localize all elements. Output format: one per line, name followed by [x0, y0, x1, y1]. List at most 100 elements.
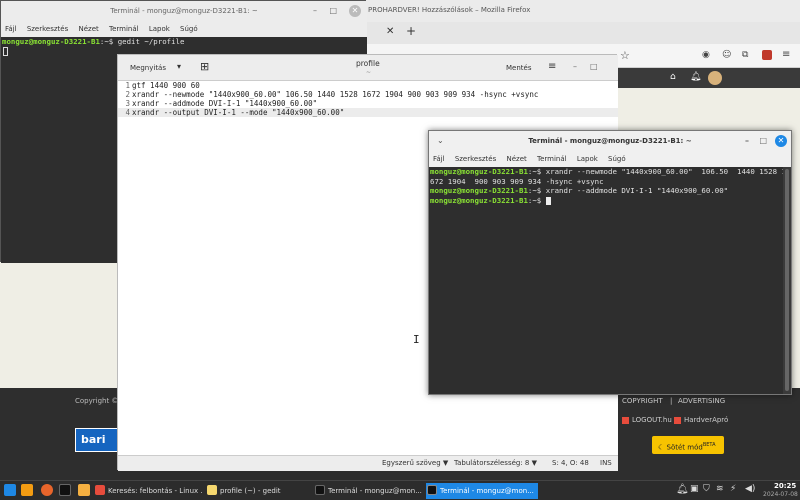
- clock-time[interactable]: 20:25: [774, 482, 796, 490]
- logout-link[interactable]: LOGOUT.hu: [632, 416, 672, 424]
- tab-width-dropdown[interactable]: Tabulátorszélesség: 8 ▼: [454, 456, 537, 471]
- avatar[interactable]: [708, 71, 722, 85]
- maximize-icon[interactable]: □: [590, 62, 598, 71]
- task-gedit[interactable]: profile (~) - gedit: [206, 483, 308, 499]
- menu-view[interactable]: Nézet: [506, 155, 526, 163]
- scrollbar-thumb[interactable]: [785, 169, 789, 391]
- menu-icon[interactable]: ≡: [548, 61, 556, 72]
- clipboard-icon[interactable]: ▣: [690, 484, 699, 494]
- editor-line: 3 xrandr --addmode DVI-I-1 "1440x900_60.0…: [118, 99, 618, 108]
- terminal-2-line: monguz@monguz-D3221-B1:~$ xrandr --addmo…: [430, 186, 728, 196]
- insert-mode: INS: [600, 459, 612, 467]
- bario-logo-text: bari: [81, 433, 106, 446]
- terminal-1-line: monguz@monguz-D3221-B1:~$ gedit ~/profil…: [2, 37, 184, 47]
- open-button[interactable]: Megnyitás: [130, 64, 166, 72]
- bookmark-star-icon[interactable]: ☆: [620, 49, 630, 62]
- close-icon[interactable]: ✕: [775, 135, 787, 147]
- footer-advertising-link[interactable]: ADVERTISING: [678, 397, 725, 405]
- menu-tabs[interactable]: Lapok: [149, 25, 170, 33]
- hardverapro-link[interactable]: HardverApró: [684, 416, 728, 424]
- terminal-window-2[interactable]: ⌄ Terminál - monguz@monguz-D3221-B1: ~ –…: [428, 130, 792, 395]
- maximize-icon[interactable]: □: [329, 1, 337, 21]
- folder-launcher-icon[interactable]: [78, 484, 90, 496]
- close-icon[interactable]: ✕: [349, 5, 361, 17]
- chevron-down-icon[interactable]: ⌄: [437, 131, 444, 151]
- site-content-left: [0, 262, 120, 388]
- chevron-down-icon[interactable]: ▾: [177, 62, 181, 71]
- maximize-icon[interactable]: □: [759, 131, 767, 151]
- firefox-app-icon: [95, 485, 105, 495]
- shield-icon[interactable]: ⛉: [703, 484, 710, 494]
- menu-icon[interactable]: ≡: [782, 49, 790, 60]
- editor-line: 2 xrandr --newmode "1440x900_60.00" 106.5…: [118, 90, 618, 99]
- terminal-launcher-icon[interactable]: [59, 484, 71, 496]
- power-icon[interactable]: ⚡︎: [730, 484, 736, 494]
- task-terminal-2[interactable]: Terminál - monguz@mon...: [426, 483, 538, 499]
- menu-tabs[interactable]: Lapok: [577, 155, 598, 163]
- taskbar: Keresés: felbontás - Linux ... profile (…: [0, 480, 800, 500]
- firefox-launcher-icon[interactable]: [41, 484, 53, 496]
- clock-date[interactable]: 2024-07-08: [763, 491, 798, 498]
- pocket-icon[interactable]: ◉: [702, 50, 710, 60]
- menu-help[interactable]: Súgó: [608, 155, 626, 163]
- account-icon[interactable]: ☺: [722, 50, 731, 60]
- notification-icon[interactable]: 🔔︎: [676, 484, 689, 495]
- site-footer-left: Copyright © bari: [0, 388, 120, 480]
- minimize-icon[interactable]: –: [313, 1, 317, 21]
- menu-help[interactable]: Súgó: [180, 25, 198, 33]
- firefox-tabbar: ✕ +: [360, 22, 800, 44]
- files-launcher-icon[interactable]: [21, 484, 33, 496]
- bario-logo[interactable]: bari: [75, 428, 120, 452]
- line-text: gtf 1440 900 60: [132, 81, 200, 90]
- terminal-1-title: Terminál - monguz@monguz-D3221-B1: ~: [110, 7, 258, 15]
- terminal-2-line: 672 1904 900 903 909 934 -hsync +vsync: [430, 177, 604, 187]
- terminal-2-titlebar[interactable]: ⌄ Terminál - monguz@monguz-D3221-B1: ~ –…: [429, 131, 791, 151]
- footer-copyright-link[interactable]: COPYRIGHT: [622, 397, 663, 405]
- syntax-mode-dropdown[interactable]: Egyszerű szöveg ▼: [382, 456, 448, 471]
- menu-file[interactable]: Fájl: [5, 25, 17, 33]
- cursor-position: S: 4, O: 48: [552, 459, 589, 467]
- terminal-1-titlebar[interactable]: Terminál - monguz@monguz-D3221-B1: ~ – □…: [1, 1, 367, 21]
- menu-view[interactable]: Nézet: [78, 25, 98, 33]
- menu-terminal[interactable]: Terminál: [537, 155, 567, 163]
- minimize-icon[interactable]: –: [573, 62, 577, 71]
- prompt: monguz@monguz-D3221-B1: [430, 167, 528, 176]
- site-bell-icon[interactable]: 🔔︎: [690, 72, 701, 82]
- menu-edit[interactable]: Szerkesztés: [455, 155, 496, 163]
- moon-icon: ☾: [658, 443, 665, 452]
- save-button[interactable]: Mentés: [506, 64, 531, 72]
- new-tab-icon[interactable]: ⊞: [200, 60, 209, 73]
- menu-file[interactable]: Fájl: [433, 155, 445, 163]
- line-text: xrandr --output DVI-I-1 --mode "1440x900…: [132, 108, 345, 117]
- wifi-icon[interactable]: ≋: [716, 484, 724, 494]
- command-text: xrandr --addmode DVI-I-1 "1440x900_60.00…: [541, 186, 729, 195]
- editor-line-current: 4 xrandr --output DVI-I-1 --mode "1440x90…: [118, 108, 618, 117]
- task-firefox[interactable]: Keresés: felbontás - Linux ...: [94, 483, 202, 499]
- gedit-app-icon: [207, 485, 217, 495]
- dark-mode-button[interactable]: ☾ Sötét módBETA: [652, 436, 724, 454]
- task-terminal-1[interactable]: Terminál - monguz@mon...: [314, 483, 424, 499]
- terminal-1-menubar: Fájl Szerkesztés Nézet Terminál Lapok Sú…: [1, 21, 367, 37]
- terminal-2-line: monguz@monguz-D3221-B1:~$: [430, 196, 551, 206]
- extensions-icon[interactable]: ⧉: [742, 50, 748, 60]
- ublock-icon[interactable]: [762, 50, 772, 60]
- terminal-2-scrollbar[interactable]: [783, 167, 791, 394]
- minimize-icon[interactable]: –: [745, 131, 749, 151]
- close-tab-icon[interactable]: ✕: [386, 26, 394, 37]
- editor-line: 1 gtf 1440 900 60: [118, 81, 618, 90]
- line-text: xrandr --newmode "1440x900_60.00" 106.50…: [132, 90, 539, 99]
- site-home-icon[interactable]: ⌂: [670, 72, 676, 82]
- apps-menu-icon[interactable]: [4, 484, 16, 496]
- document-path: ~: [366, 69, 372, 76]
- line-text: xrandr --addmode DVI-I-1 "1440x900_60.00…: [132, 99, 318, 108]
- document-title: profile: [356, 59, 380, 68]
- gedit-statusbar: Egyszerű szöveg ▼ Tabulátorszélesség: 8 …: [118, 455, 618, 471]
- menu-terminal[interactable]: Terminál: [109, 25, 139, 33]
- terminal-2-line: monguz@monguz-D3221-B1:~$ xrandr --newmo…: [430, 167, 786, 177]
- terminal-cursor: [3, 47, 8, 56]
- menu-edit[interactable]: Szerkesztés: [27, 25, 68, 33]
- new-tab-icon[interactable]: +: [406, 24, 416, 38]
- prompt: monguz@monguz-D3221-B1: [2, 37, 100, 46]
- terminal-2-content[interactable]: monguz@monguz-D3221-B1:~$ xrandr --newmo…: [429, 167, 786, 394]
- volume-icon[interactable]: ◀): [745, 484, 755, 494]
